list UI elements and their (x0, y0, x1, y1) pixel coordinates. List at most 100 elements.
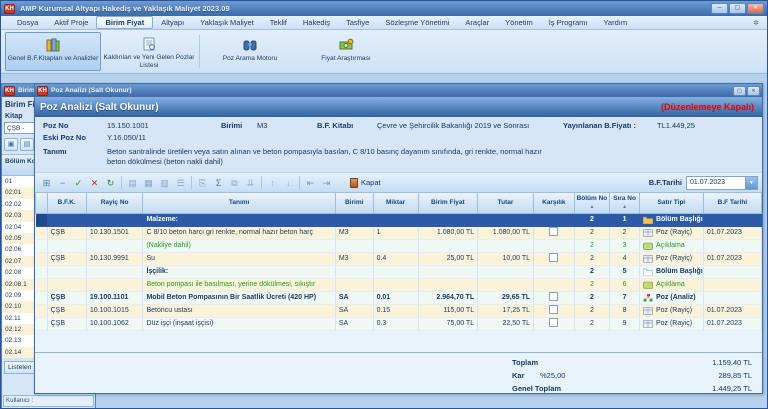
analysis-table-row[interactable]: ÇŞB 10.130.9991 Su M3 0.4 25,00 TL 10,00… (36, 252, 762, 265)
ribbon-genel-bf-kitaplari-button[interactable]: Genel B.F.Kitapları ve Analizler (5, 32, 101, 71)
menu-dosya[interactable]: Dosya (9, 17, 46, 28)
cell-bolum: 2 (574, 252, 610, 265)
analysis-table-row[interactable]: Malzeme: 2 1 Bölüm Başlığı (36, 213, 762, 226)
menu-is-programi[interactable]: İş Programı (541, 17, 596, 28)
col-satir-tipi[interactable]: Satır Tipi (639, 193, 703, 213)
menu-yaklasik-maliyet[interactable]: Yaklaşık Maliyet (192, 17, 262, 28)
yayinlanan-bfiyati-label: Yayınlanan B.Fiyatı : (563, 121, 636, 130)
row-gutter (36, 252, 48, 265)
dialog-title-bar[interactable]: KH Poz Analizi (Salt Okunur) ▢ ✕ (35, 84, 762, 97)
col-birim-fiyat[interactable]: Birim Fiyat (418, 193, 478, 213)
minimize-button[interactable]: ─ (711, 3, 728, 14)
toolbar-separator (261, 176, 262, 189)
poz-rayic-icon (643, 255, 653, 263)
menu-sozlesme-yonetimi[interactable]: Sözleşme Yönetimi (377, 17, 457, 28)
dialog-close-button[interactable]: ✕ (747, 86, 760, 96)
menu-araclar[interactable]: Araçlar (457, 17, 497, 28)
preview-icon[interactable]: ▦ (141, 175, 156, 190)
menu-hakedis[interactable]: Hakediş (295, 17, 338, 28)
analysis-table-row[interactable]: ÇŞB 10.130.1501 C 8/10 beton harcı gri r… (36, 226, 762, 239)
cell-karsilik (534, 278, 575, 291)
col-miktar[interactable]: Miktar (373, 193, 418, 213)
hierarchy-icon[interactable]: ☰ (173, 175, 188, 190)
menu-yardim[interactable]: Yardım (595, 17, 635, 28)
menu-birim-fiyat[interactable]: Birim Fiyat (96, 16, 153, 29)
col-birimi[interactable]: Birimi (335, 193, 373, 213)
karsilik-checkbox[interactable] (549, 318, 558, 327)
karsilik-checkbox[interactable] (549, 253, 558, 262)
paste-icon[interactable]: ⇊ (243, 175, 258, 190)
poz-rayic-icon (643, 320, 653, 328)
chevron-down-icon[interactable]: ▼ (745, 177, 757, 189)
cell-rayic: 19.100.1101 (86, 291, 143, 304)
copy-icon[interactable]: ⧉ (227, 175, 242, 190)
cell-sira: 2 (610, 226, 640, 239)
ribbon-pin-icon[interactable]: ✲ (753, 19, 759, 27)
cell-tutar (478, 265, 534, 278)
totals-separator (35, 352, 762, 353)
preview-icon[interactable]: ▣ (4, 138, 18, 151)
bf-tarihi-combo[interactable]: 01.07.2023 ▼ (686, 176, 758, 190)
sum-icon[interactable]: Σ (211, 175, 226, 190)
print-icon[interactable]: ⎘ (195, 175, 210, 190)
move-down-icon[interactable]: ↓ (281, 175, 296, 190)
last-record-icon[interactable]: ⇥ (319, 175, 334, 190)
ribbon-fiyat-arastirmasi-button[interactable]: Fiyat Araştırması (298, 32, 394, 71)
ribbon-kaldirilan-pozlar-button[interactable]: Kaldırılan ve Yeni Gelen Pozlar Listesi (101, 32, 197, 71)
menu-aktif-proje[interactable]: Aktif Proje (46, 17, 96, 28)
analysis-table-row[interactable]: ÇŞB 10.100.1062 Düz işçi (inşaat işçisi)… (36, 317, 762, 330)
cell-sira: 7 (610, 291, 640, 304)
refresh-icon[interactable]: ↻ (103, 175, 118, 190)
cell-karsilik (534, 291, 575, 304)
accept-icon[interactable]: ✓ (71, 175, 86, 190)
col-bfk[interactable]: B.F.K. (47, 193, 86, 213)
karsilik-checkbox[interactable] (549, 227, 558, 236)
dialog-restore-button[interactable]: ▢ (733, 86, 746, 96)
export-icon[interactable]: ▤ (20, 138, 34, 151)
move-up-icon[interactable]: ↑ (265, 175, 280, 190)
ribbon-poz-arama-button[interactable]: Poz Arama Motoru (202, 32, 298, 71)
cell-miktar (373, 278, 418, 291)
col-sira-no[interactable]: Sıra No ▲ (610, 193, 640, 213)
cell-tanim: Beton pompası ile basılması, yerine dökü… (143, 278, 335, 291)
col-karsilik[interactable]: Karşılık (534, 193, 575, 213)
menu-yonetim[interactable]: Yönetim (497, 17, 541, 28)
cell-miktar (373, 213, 418, 226)
poz-analiz-icon (643, 294, 653, 302)
analysis-table-row[interactable]: (Nakliye dahil) 2 3 Açıklama (36, 239, 762, 252)
menu-tasfiye[interactable]: Tasfiye (338, 17, 377, 28)
cell-miktar (373, 265, 418, 278)
col-bolum-no[interactable]: Bölüm No ▲ (574, 193, 610, 213)
karsilik-checkbox[interactable] (549, 292, 558, 301)
satir-tipi-label: Bölüm Başlığı (656, 266, 703, 278)
cell-miktar (373, 239, 418, 252)
cell-birim-fiyat: 1.080,00 TL (418, 226, 478, 239)
col-tutar[interactable]: Tutar (478, 193, 534, 213)
col-rayic-no[interactable]: Rayiç No (86, 193, 143, 213)
col-tanimi[interactable]: Tanımı (143, 193, 335, 213)
cancel-icon[interactable]: ✕ (87, 175, 102, 190)
karsilik-checkbox[interactable] (549, 305, 558, 314)
cell-satir-tipi: Açıklama (639, 278, 703, 291)
maximize-button[interactable]: ▢ (729, 3, 746, 14)
cell-bfk: ÇŞB (47, 291, 86, 304)
cell-birim-fiyat: 25,00 TL (418, 252, 478, 265)
col-bf-tarihi[interactable]: B.F Tarihi (703, 193, 761, 213)
first-record-icon[interactable]: ⇤ (303, 175, 318, 190)
insert-image-icon[interactable]: ▥ (157, 175, 172, 190)
close-button[interactable]: ✕ (747, 3, 764, 14)
kapat-button[interactable]: Kapat (343, 176, 388, 190)
cell-birimi: SA (335, 317, 373, 330)
export-icon[interactable]: ▤ (125, 175, 140, 190)
menu-altyapi[interactable]: Altyapı (153, 17, 192, 28)
menu-teklif[interactable]: Teklif (262, 17, 295, 28)
analysis-table-row[interactable]: İşçilik: 2 5 Bölüm Başlığı (36, 265, 762, 278)
remove-row-icon[interactable]: − (55, 175, 70, 190)
analysis-table-row[interactable]: ÇŞB 10.100.1015 Betoncu ustası SA 0.15 1… (36, 304, 762, 317)
poz-analizi-window: KH Poz Analizi (Salt Okunur) ▢ ✕ Poz Ana… (34, 83, 763, 394)
analysis-table-row[interactable]: Beton pompası ile basılması, yerine dökü… (36, 278, 762, 291)
ribbon-toolbar: Genel B.F.Kitapları ve Analizler Kaldırı… (1, 30, 767, 74)
add-row-icon[interactable]: ⊞ (39, 175, 54, 190)
window-logo-icon: KH (4, 86, 15, 96)
analysis-table-row[interactable]: ÇŞB 19.100.1101 Mobil Beton Pompasının B… (36, 291, 762, 304)
